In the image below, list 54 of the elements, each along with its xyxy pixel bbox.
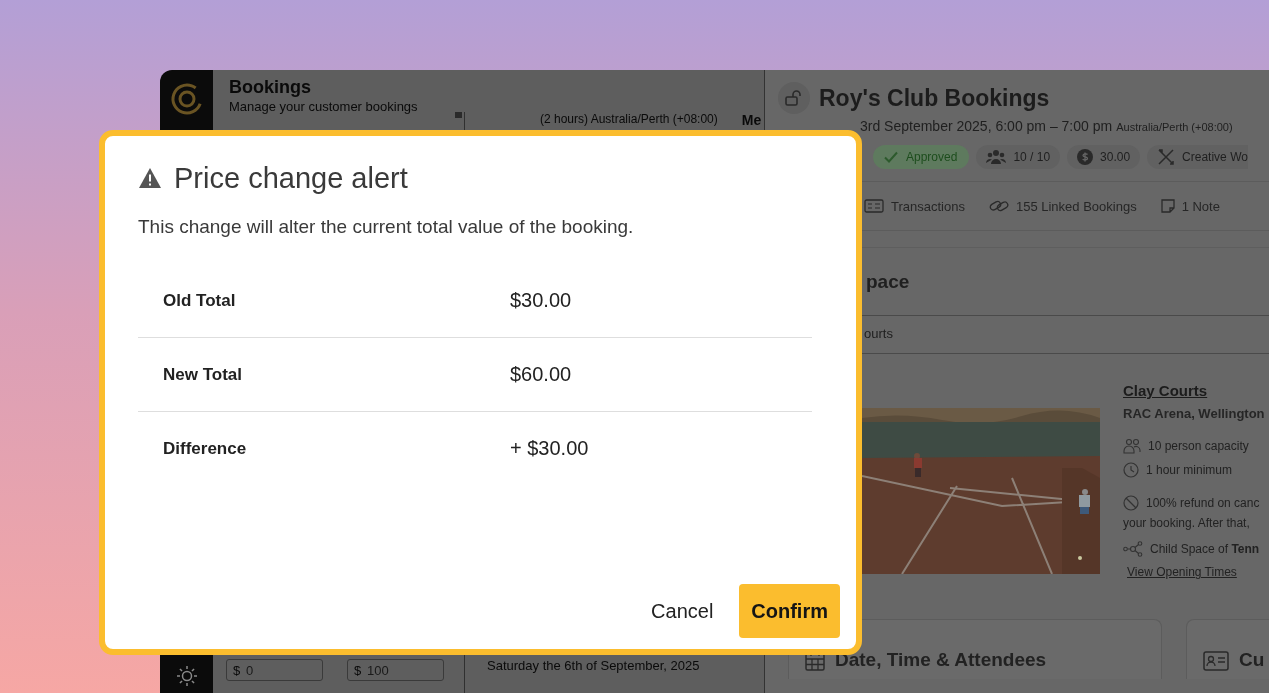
link-icon bbox=[988, 199, 1009, 213]
row-value: $30.00 bbox=[510, 289, 572, 312]
booking-date: 3rd September 2025, 6:00 pm – 7:00 pm bbox=[860, 118, 1113, 134]
unlock-button[interactable] bbox=[778, 82, 810, 114]
info-chip: 30.00 bbox=[1067, 145, 1141, 169]
page-subtitle: Manage your customer bookings bbox=[229, 99, 419, 114]
row-label: Difference bbox=[163, 438, 248, 459]
feature-text: 1 hour minimum bbox=[1146, 463, 1233, 477]
logo-icon bbox=[169, 82, 204, 116]
space-location: RAC Arena, Wellington bbox=[1123, 406, 1265, 421]
confirm-button[interactable]: Confirm bbox=[739, 584, 840, 638]
receipt-icon bbox=[864, 199, 884, 213]
check-icon bbox=[883, 149, 899, 165]
booking-time: (2 hours) Australia/Perth (+08:00) bbox=[540, 112, 718, 128]
tab[interactable]: Transactions bbox=[864, 198, 965, 214]
sun-icon bbox=[175, 665, 198, 687]
feature-text: 10 person capacity bbox=[1148, 439, 1249, 453]
people-icon bbox=[986, 149, 1007, 165]
status-chip: Approved bbox=[873, 145, 970, 169]
booking-detail: Me bbox=[741, 112, 762, 128]
dollar-icon bbox=[1077, 149, 1094, 165]
tab[interactable]: 1 Note bbox=[1160, 198, 1220, 214]
tools-icon bbox=[1157, 148, 1176, 166]
warning-icon bbox=[138, 167, 162, 189]
row-label: New Total bbox=[163, 364, 244, 385]
info-chip: Creative Wo bbox=[1147, 145, 1248, 169]
page-title: Bookings bbox=[229, 77, 312, 98]
row-label: Old Total bbox=[163, 290, 237, 311]
dialog-message: This change will alter the current total value of the booking. bbox=[138, 216, 635, 238]
scrollbar-thumb bbox=[455, 112, 462, 118]
info-chip: 10 / 10 bbox=[976, 145, 1061, 169]
space-name-link[interactable]: Clay Courts bbox=[1123, 382, 1265, 399]
feature-text: your booking. After that, bbox=[1123, 516, 1250, 530]
tab[interactable]: 155 Linked Bookings bbox=[988, 198, 1137, 214]
row-value: $60.00 bbox=[510, 363, 572, 386]
feature-text: Child Space of Tenn bbox=[1150, 542, 1260, 556]
note-icon bbox=[1160, 199, 1175, 213]
people-outline-icon bbox=[1123, 438, 1141, 454]
dialog-title: Price change alert bbox=[174, 161, 408, 195]
feature-text: 100% refund on canc bbox=[1146, 496, 1260, 510]
contact-card-icon bbox=[1203, 651, 1229, 671]
opening-times-link[interactable]: View Opening Times bbox=[1127, 565, 1265, 579]
currency-sign: $ bbox=[233, 663, 241, 678]
timezone-label: Australia/Perth (+08:00) bbox=[1116, 121, 1233, 133]
cancel-button[interactable]: Cancel bbox=[643, 599, 722, 623]
row-value: + $30.00 bbox=[510, 437, 589, 460]
date-heading: Saturday the 6th of September, 2025 bbox=[487, 658, 701, 673]
card-title: Cu bbox=[1239, 649, 1265, 671]
network-icon bbox=[1123, 541, 1143, 557]
clock-icon bbox=[1123, 462, 1139, 478]
prohibited-icon bbox=[1123, 495, 1139, 511]
booking-title: Roy's Club Bookings bbox=[819, 84, 1050, 112]
unlock-icon bbox=[785, 90, 803, 106]
currency-sign: $ bbox=[354, 663, 362, 678]
